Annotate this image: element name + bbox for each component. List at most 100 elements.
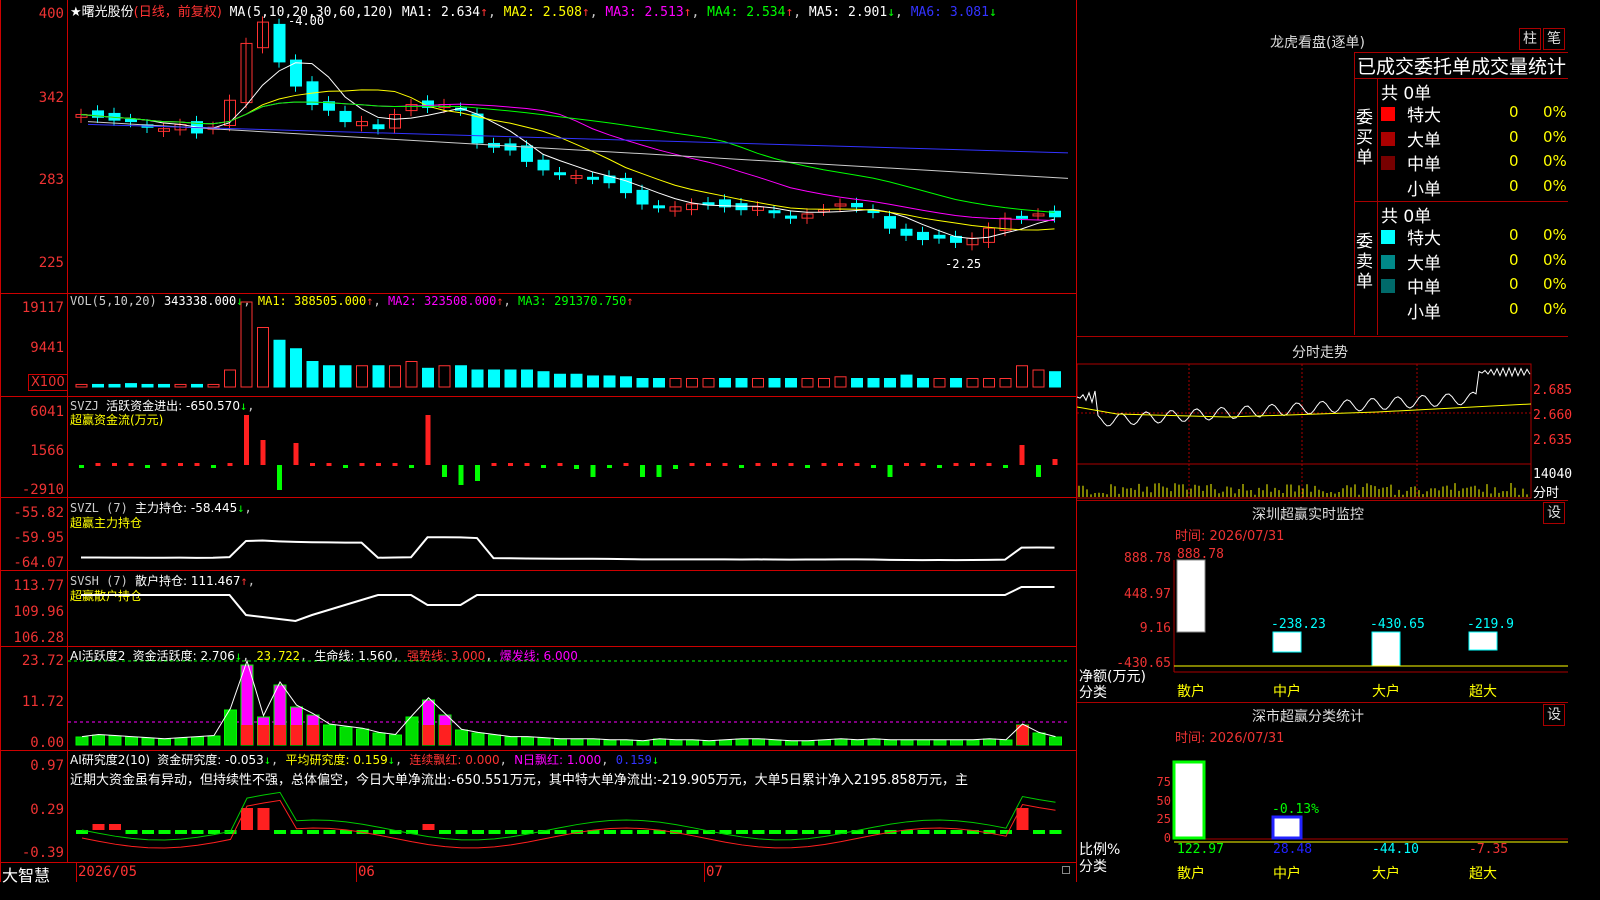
sz-title: 深圳超赢实时监控	[1252, 504, 1364, 524]
volume-bar	[142, 384, 153, 387]
fs-vol-label: 14040	[1533, 467, 1572, 482]
volume-bar	[159, 384, 170, 387]
volume-bar	[802, 379, 813, 388]
research-bar	[489, 830, 501, 834]
research-bar	[1033, 830, 1045, 834]
flow-bar	[739, 465, 744, 468]
volume-bar	[703, 379, 714, 388]
order-row-name: 小单	[1407, 298, 1441, 323]
ai-active-axis-label: 0.00	[0, 735, 64, 751]
ss-percent: -0.13%	[1272, 802, 1319, 817]
sz-monitor-chart: 888.78448.979.16-430.65888.78散户-238.23中户…	[1077, 540, 1568, 700]
activity-bar	[654, 739, 666, 745]
research-bar	[159, 830, 171, 834]
order-row-value: 0	[1509, 177, 1519, 195]
volume-bar	[918, 379, 929, 388]
ss-bar-value: 28.48	[1273, 842, 1312, 857]
flow-bar	[937, 465, 942, 468]
svzl-axis-label: -64.07	[0, 555, 64, 571]
price-high-mark: -4.00	[288, 14, 324, 28]
order-row-name: 大单	[1407, 249, 1441, 274]
flow-bar	[96, 463, 101, 466]
fs-axis-label: 2.635	[1533, 433, 1572, 448]
research-bar	[736, 830, 748, 834]
ss-category: 散户	[1177, 865, 1205, 882]
fs-frame	[1077, 364, 1531, 498]
activity-bar	[472, 733, 484, 745]
activity-bar	[324, 725, 336, 745]
volume-bar	[357, 366, 368, 387]
flow-bar	[360, 463, 365, 466]
activity-bar	[93, 735, 105, 745]
volume-bar	[819, 379, 830, 388]
intraday-chart[interactable]	[1077, 362, 1568, 502]
activity-bar	[175, 738, 187, 745]
activity-bar	[934, 740, 946, 745]
flow-bar	[162, 463, 167, 466]
tab-bar[interactable]: 柱	[1519, 28, 1541, 50]
volume-bar	[588, 376, 599, 387]
chart-area[interactable]: 400 342 283 225 19117 9441 X100 6041 156…	[0, 0, 1077, 882]
candle-body	[126, 120, 137, 122]
candle-body	[654, 206, 665, 208]
research-bar	[1017, 808, 1029, 830]
volume-bar	[274, 340, 285, 387]
candle-body	[786, 216, 797, 218]
volume-bar	[472, 370, 483, 387]
research-bar	[621, 830, 633, 834]
activity-bar	[109, 736, 121, 745]
order-row-name: 中单	[1407, 150, 1441, 175]
flow-bar	[987, 463, 992, 466]
activity-bar	[126, 737, 138, 745]
lhb-title: 龙虎看盘(逐单)	[1270, 32, 1365, 52]
flow-bar	[1020, 445, 1025, 465]
sz-axis-label: 9.16	[1140, 621, 1171, 636]
flow-bar	[706, 463, 711, 466]
activity-bar	[670, 740, 682, 745]
research-bar	[868, 830, 880, 834]
research-avg-line	[82, 800, 1056, 848]
research-bar	[951, 830, 963, 834]
research-bar	[192, 830, 204, 834]
order-row-percent: 0%	[1543, 152, 1567, 170]
sz-bar-value: 888.78	[1177, 547, 1224, 562]
activity-bar-red	[258, 725, 270, 745]
flow-bar	[508, 463, 513, 466]
candlestick-chart[interactable]	[68, 0, 1076, 862]
flow-bar	[178, 463, 183, 466]
volume-bar	[1000, 379, 1011, 388]
research-bar	[555, 830, 567, 834]
order-row-name: 中单	[1407, 273, 1441, 298]
flow-bar	[970, 463, 975, 466]
research-bar	[786, 830, 798, 834]
order-color-swatch	[1381, 255, 1395, 269]
sz-settings-button[interactable]: 设	[1543, 502, 1565, 524]
candle-body	[538, 160, 549, 170]
price-axis-label: 283	[0, 172, 64, 188]
activity-bar	[819, 740, 831, 745]
volume-bar	[390, 366, 401, 387]
order-row-value: 0	[1509, 152, 1519, 170]
tab-tick[interactable]: 笔	[1543, 28, 1565, 50]
sz-category: 中户	[1273, 683, 1301, 700]
svzj-axis-label: -2910	[0, 482, 64, 498]
date-label: 07	[706, 864, 723, 880]
ma1-line	[81, 63, 1055, 239]
research-bar	[109, 824, 121, 830]
sz-xlabel: 分类	[1079, 682, 1107, 702]
order-row-value: 0	[1509, 300, 1519, 318]
volume-bar	[307, 362, 318, 388]
price-low-mark: -2.25	[945, 257, 981, 271]
sz-bar	[1372, 632, 1400, 666]
volume-bar	[621, 377, 632, 387]
activity-bar	[852, 740, 864, 745]
ai-active-axis-label: 23.72	[0, 653, 64, 669]
activity-bar	[208, 736, 220, 745]
flow-bar	[294, 443, 299, 465]
activity-bar	[621, 740, 633, 745]
ss-category: 大户	[1372, 865, 1400, 882]
ss-settings-button[interactable]: 设	[1543, 704, 1565, 726]
ss-category: 超大	[1469, 866, 1497, 882]
ss-title: 深市超赢分类统计	[1252, 706, 1364, 726]
candle-body	[588, 177, 599, 179]
